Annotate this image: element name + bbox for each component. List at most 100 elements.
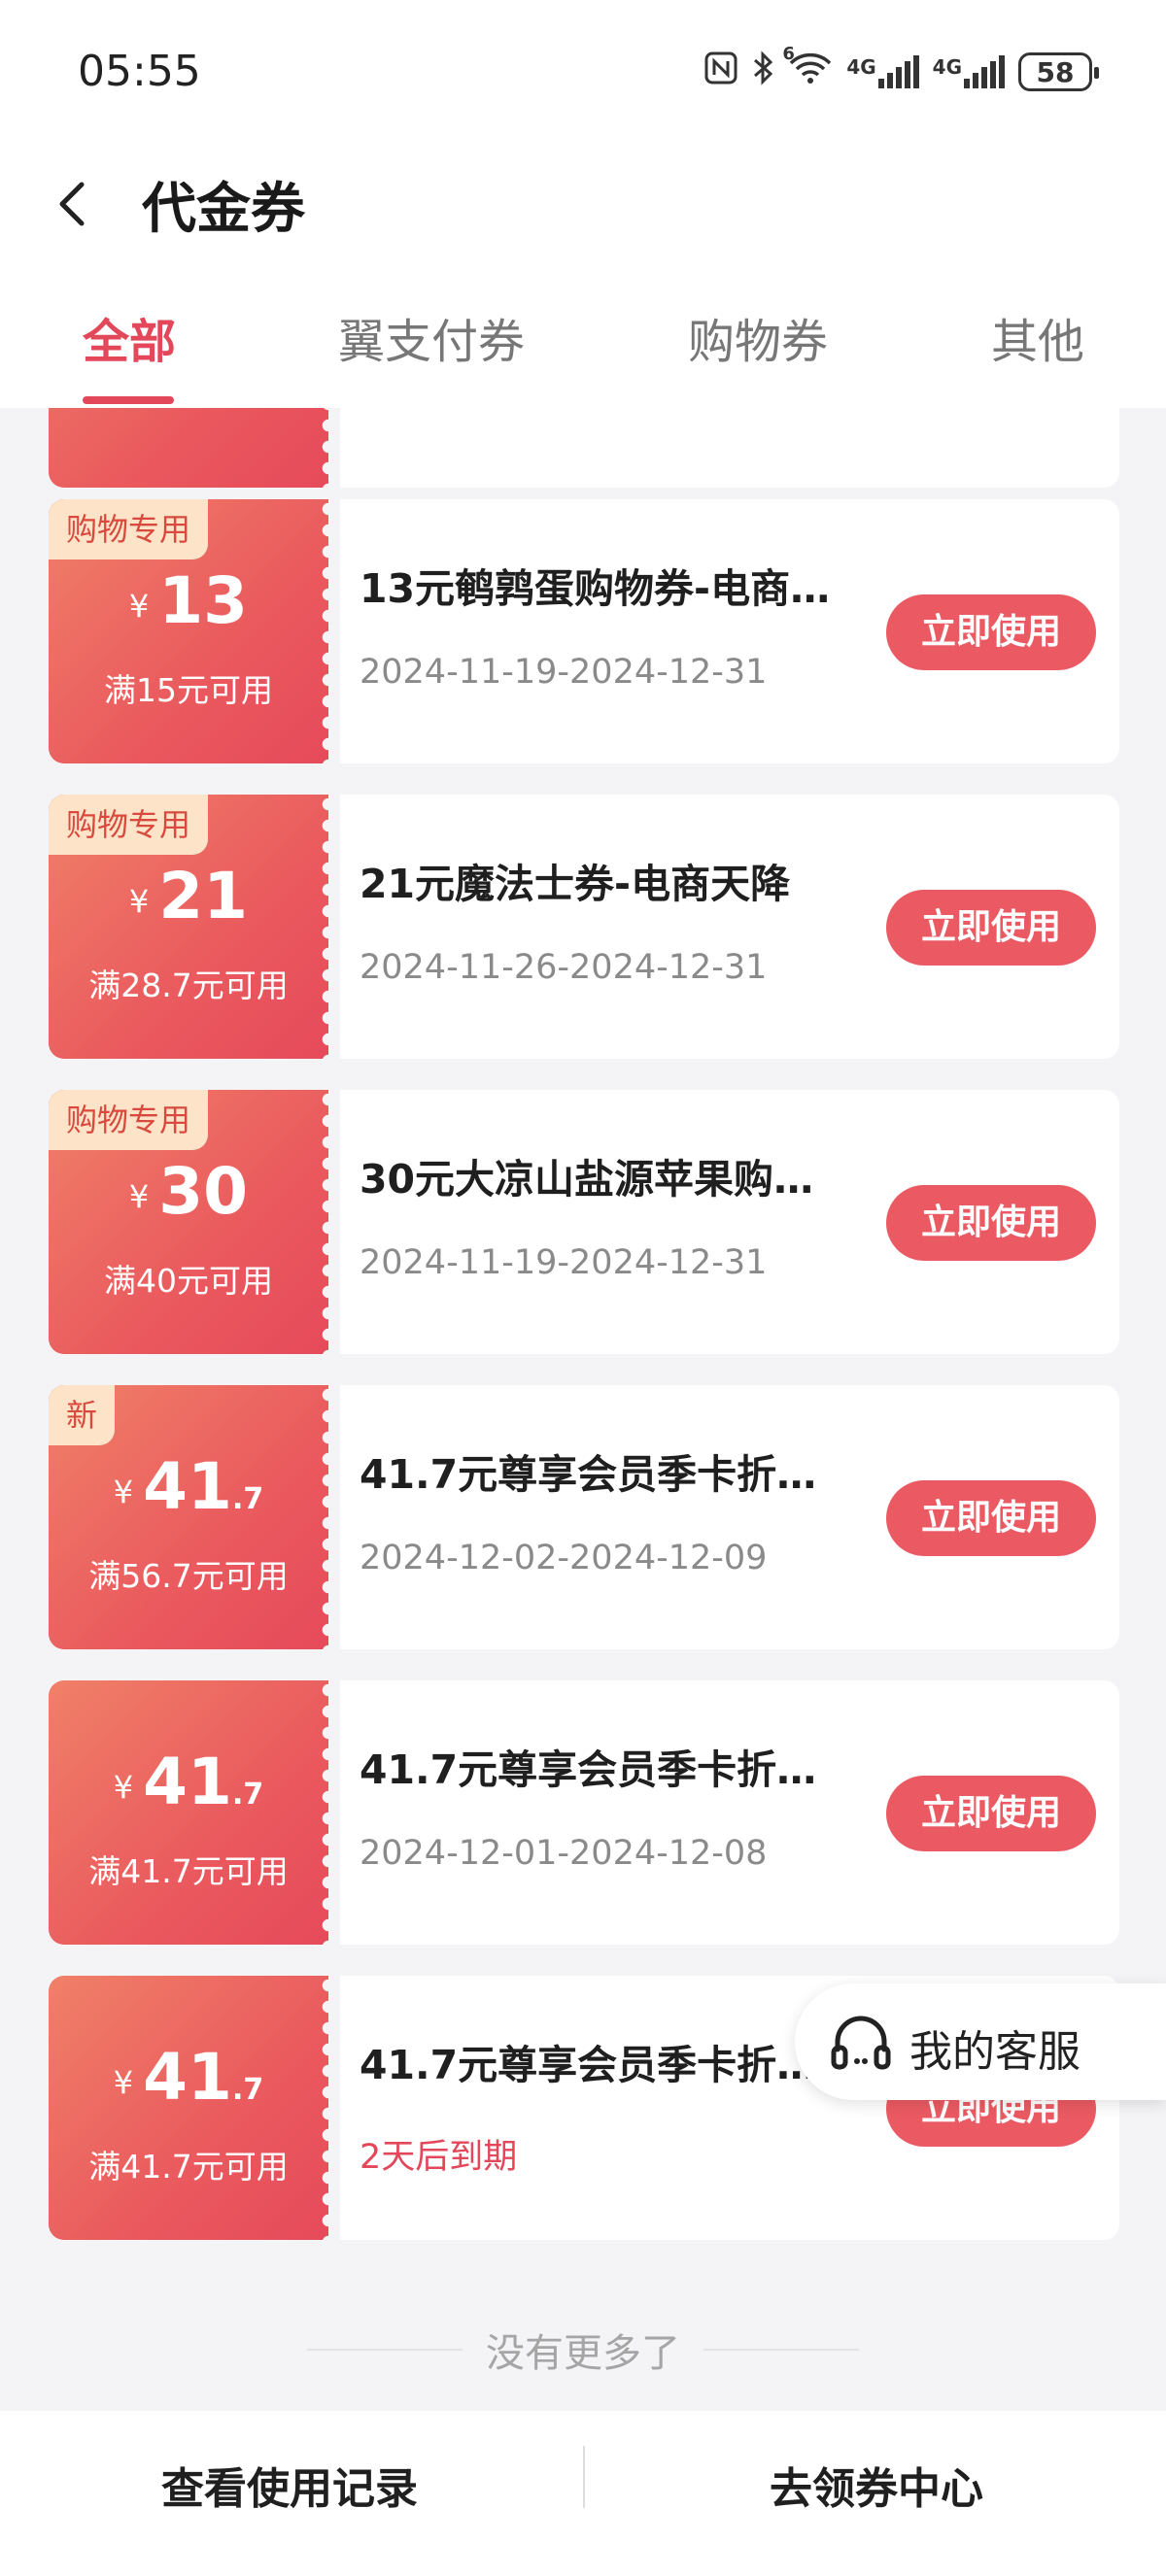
wifi-icon: 6 xyxy=(782,44,833,92)
coupon-card: ¥41.7 满41.7元可用 41.7元尊享会员季卡折扣券 2024-12-01… xyxy=(49,1680,1119,1945)
coupon-amount: ¥13 xyxy=(49,563,328,638)
coupon-condition: 满41.7元可用 xyxy=(88,1852,289,1890)
coupon-amount-int: 21 xyxy=(158,859,249,933)
coupon-card: 购物专用 ¥13 满15元可用 13元鹌鹑蛋购物券-电商天降 2024-11-1… xyxy=(49,499,1119,763)
bottom-divider xyxy=(583,2446,585,2508)
tab-all[interactable]: 全部 xyxy=(83,303,176,371)
coupon-name: 41.7元尊享会员季卡折扣券 xyxy=(360,1746,845,1793)
coupon-amount-int: 30 xyxy=(158,1154,249,1229)
coupon-center-button[interactable]: 去领券中心 xyxy=(770,2454,983,2516)
coupon-amount: ¥21 xyxy=(49,859,328,933)
status-time: 05:55 xyxy=(78,47,201,96)
battery-indicator: 58 xyxy=(1018,52,1099,91)
coupon-tag: 购物专用 xyxy=(49,1090,209,1150)
coupon-condition: 满56.7元可用 xyxy=(88,1557,289,1595)
tab-bar: 全部 翼支付券 购物券 其他 xyxy=(0,262,1166,408)
divider-line xyxy=(703,2349,859,2351)
coupon-validity: 2024-11-26-2024-12-31 xyxy=(360,948,768,987)
coupon-validity: 2024-11-19-2024-12-31 xyxy=(360,653,768,692)
coupon-validity: 2024-11-19-2024-12-31 xyxy=(360,1243,768,1282)
coupon-card: 新 ¥41.7 满56.7元可用 41.7元尊享会员季卡折扣券 2024-12-… xyxy=(49,1385,1119,1649)
coupon-name: 41.7元尊享会员季卡折扣券 xyxy=(360,1451,845,1498)
headset-icon xyxy=(831,2016,891,2070)
signal-icon-1: 4G xyxy=(846,55,919,88)
coupon-body: 13元鹌鹑蛋购物券-电商天降 2024-11-19-2024-12-31 立即使… xyxy=(340,499,1119,763)
coupon-amount-int: 41 xyxy=(143,1449,232,1524)
list-end-indicator: 没有更多了 xyxy=(0,2322,1166,2378)
nfc-icon xyxy=(704,51,737,92)
coupon-validity: 2024-12-02-2024-12-09 xyxy=(360,1539,768,1577)
coupon-tag: 新 xyxy=(49,1385,116,1445)
currency-symbol: ¥ xyxy=(128,588,150,625)
status-icons: 6 4G 4G 58 xyxy=(704,44,1099,93)
coupon-body: 41.7元尊享会员季卡折扣券 2024-12-02-2024-12-09 立即使… xyxy=(340,1385,1119,1649)
coupon-name: 41.7元尊享会员季卡折扣券 xyxy=(360,2042,845,2088)
coupon-list[interactable]: 购物专用 ¥13 满15元可用 13元鹌鹑蛋购物券-电商天降 2024-11-1… xyxy=(0,408,1166,2411)
currency-symbol: ¥ xyxy=(128,1178,150,1215)
tab-other[interactable]: 其他 xyxy=(991,303,1084,371)
status-bar: 05:55 6 4G 4G 58 xyxy=(0,0,1166,146)
customer-service-button[interactable]: 我的客服 xyxy=(795,1983,1166,2100)
coupon-stub: 新 ¥41.7 满56.7元可用 xyxy=(49,1385,328,1649)
back-arrow-icon xyxy=(59,182,85,226)
coupon-amount: ¥41.7 xyxy=(49,2040,328,2115)
use-now-button[interactable]: 立即使用 xyxy=(886,1480,1096,1556)
nav-header: 代金券 xyxy=(0,146,1166,262)
coupon-card: 购物专用 ¥30 满40元可用 30元大凉山盐源苹果购物券 2024-11-19… xyxy=(49,1090,1119,1354)
network-type-2: 4G xyxy=(932,55,962,79)
coupon-body: 30元大凉山盐源苹果购物券 2024-11-19-2024-12-31 立即使用 xyxy=(340,1090,1119,1354)
bottom-action-bar: 查看使用记录 去领券中心 xyxy=(0,2411,1166,2576)
use-now-button[interactable]: 立即使用 xyxy=(886,1185,1096,1261)
coupon-body: 41.7元尊享会员季卡折扣券 2024-12-01-2024-12-08 立即使… xyxy=(340,1680,1119,1945)
coupon-amount-int: 13 xyxy=(158,563,249,638)
coupon-body xyxy=(340,408,1119,488)
use-now-button[interactable]: 立即使用 xyxy=(886,594,1096,670)
coupon-name: 30元大凉山盐源苹果购物券 xyxy=(360,1156,845,1203)
coupon-card: 购物专用 ¥21 满28.7元可用 21元魔法士券-电商天降 2024-11-2… xyxy=(49,795,1119,1059)
coupon-name: 13元鹌鹑蛋购物券-电商天降 xyxy=(360,565,845,612)
coupon-stub: ¥41.7 满41.7元可用 xyxy=(49,1976,328,2240)
coupon-amount: ¥30 xyxy=(49,1154,328,1229)
use-now-button[interactable]: 立即使用 xyxy=(886,1776,1096,1851)
tab-shopping[interactable]: 购物券 xyxy=(688,303,828,371)
coupon-stub xyxy=(49,408,328,488)
coupon-tag: 购物专用 xyxy=(49,499,209,559)
coupon-stub: ¥41.7 满41.7元可用 xyxy=(49,1680,328,1945)
coupon-tag: 购物专用 xyxy=(49,795,209,855)
divider-line xyxy=(307,2349,463,2351)
coupon-condition: 满41.7元可用 xyxy=(88,2148,289,2186)
currency-symbol: ¥ xyxy=(113,1474,134,1510)
currency-symbol: ¥ xyxy=(113,2064,134,2101)
use-now-button[interactable]: 立即使用 xyxy=(886,890,1096,966)
coupon-stub: 购物专用 ¥21 满28.7元可用 xyxy=(49,795,328,1059)
coupon-expiry-warning: 2天后到期 xyxy=(360,2138,518,2177)
tab-active-indicator xyxy=(83,396,174,404)
coupon-stub: 购物专用 ¥30 满40元可用 xyxy=(49,1090,328,1354)
coupon-amount-int: 41 xyxy=(143,1745,232,1819)
currency-symbol: ¥ xyxy=(128,883,150,920)
coupon-stub: 购物专用 ¥13 满15元可用 xyxy=(49,499,328,763)
bluetooth-icon xyxy=(751,51,774,93)
coupon-amount: ¥41.7 xyxy=(49,1449,328,1524)
coupon-validity: 2024-12-01-2024-12-08 xyxy=(360,1834,768,1873)
coupon-amount: ¥41.7 xyxy=(49,1745,328,1819)
wifi-badge: 6 xyxy=(782,44,795,64)
view-usage-history-button[interactable]: 查看使用记录 xyxy=(161,2454,418,2516)
coupon-name: 21元魔法士券-电商天降 xyxy=(360,861,791,907)
coupon-amount-dec: .7 xyxy=(231,1778,264,1812)
no-more-text: 没有更多了 xyxy=(486,2331,680,2376)
back-button[interactable] xyxy=(45,175,103,233)
signal-icon-2: 4G xyxy=(933,55,1005,88)
coupon-condition: 满28.7元可用 xyxy=(88,966,289,1004)
coupon-card-partial xyxy=(49,408,1119,488)
coupon-body: 21元魔法士券-电商天降 2024-11-26-2024-12-31 立即使用 xyxy=(340,795,1119,1059)
customer-service-label: 我的客服 xyxy=(909,2027,1080,2077)
coupon-condition: 满40元可用 xyxy=(104,1262,273,1300)
network-type-1: 4G xyxy=(846,55,876,79)
currency-symbol: ¥ xyxy=(113,1769,134,1806)
coupon-amount-dec: .7 xyxy=(231,1482,264,1516)
page-title: 代金券 xyxy=(142,178,305,241)
coupon-amount-int: 41 xyxy=(143,2040,232,2115)
tab-wing-pay[interactable]: 翼支付券 xyxy=(338,303,525,371)
coupon-condition: 满15元可用 xyxy=(104,671,273,709)
